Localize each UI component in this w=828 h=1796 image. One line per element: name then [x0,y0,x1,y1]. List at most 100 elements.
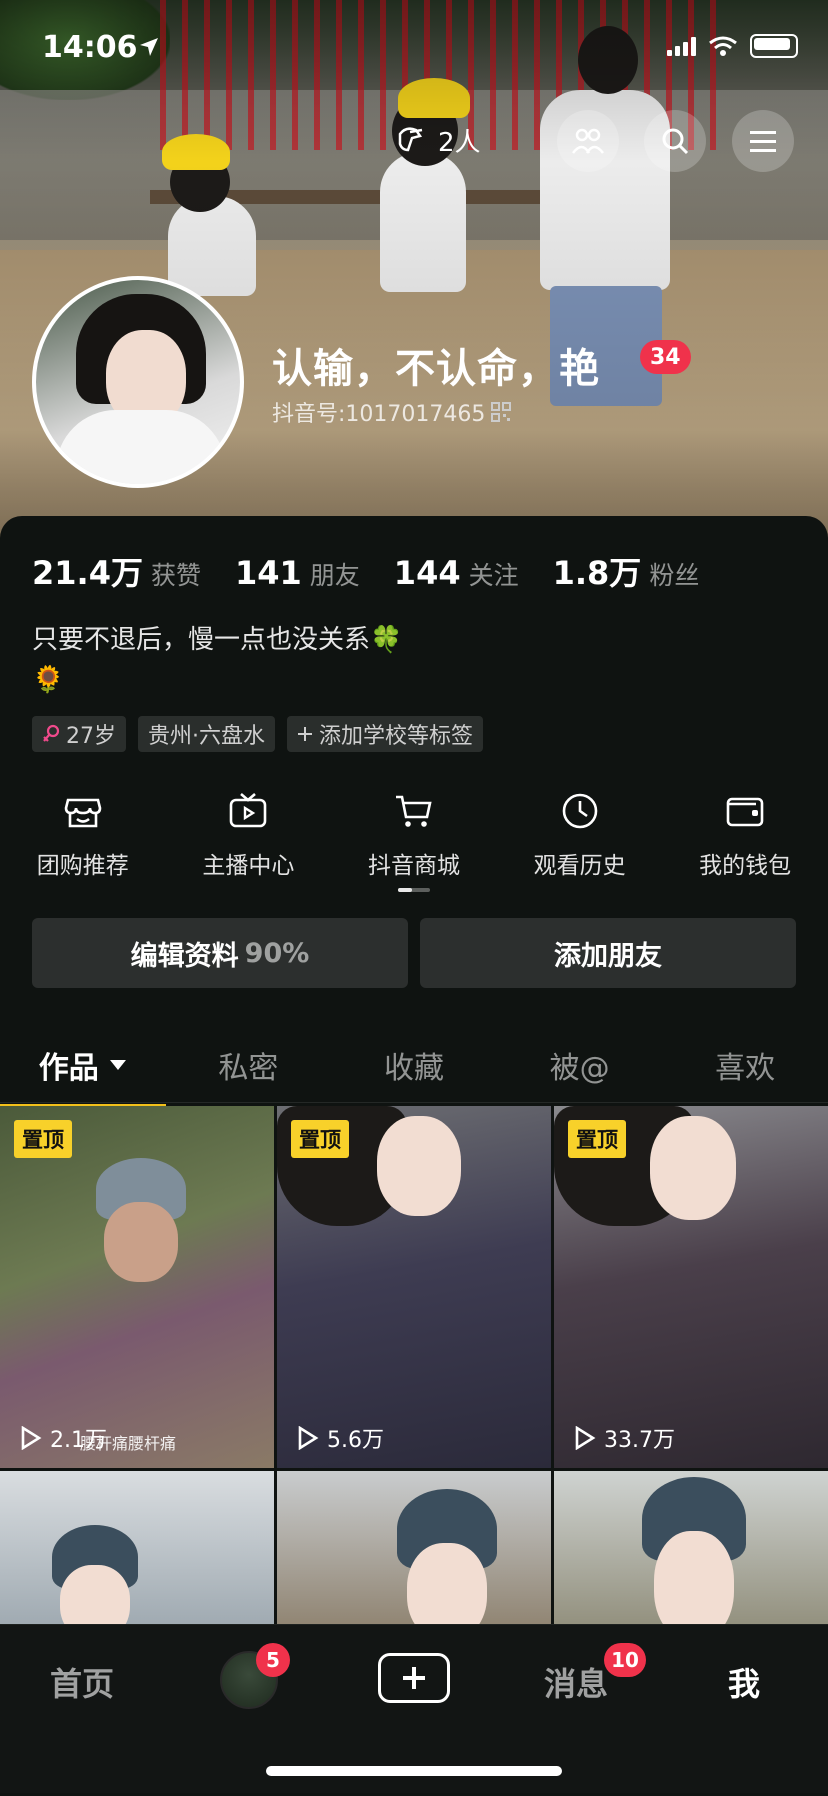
tab-likes[interactable]: 喜欢 [662,1030,828,1100]
douyin-id[interactable]: 抖音号:1017017465 [272,396,512,428]
profile-tags: 27岁 贵州·六盘水 添加学校等标签 [32,716,484,752]
tab-private[interactable]: 私密 [166,1030,332,1100]
video-thumbnail[interactable] [277,1471,551,1641]
stat-following[interactable]: 144 关注 [394,554,519,592]
wifi-icon [709,36,737,56]
level-badge: 34 [640,340,691,374]
shortcut-label: 我的钱包 [699,853,792,879]
stat-label: 获赞 [150,561,201,590]
nav-me[interactable]: 我 [728,1659,760,1705]
play-icon [575,1426,596,1450]
age-tag: 27岁 [32,716,126,752]
video-caption: 腰杆痛腰杆痛 [80,1434,177,1453]
shortcut-scroll-indicator [398,888,430,892]
bio[interactable]: 只要不退后，慢一点也没关系🍀 🌻 [32,620,402,700]
play-icon [298,1426,319,1450]
stat-label: 粉丝 [649,561,700,590]
tv-icon [230,793,267,828]
tab-label: 收藏 [383,1051,444,1086]
edit-profile-button[interactable]: 编辑资料 90% [32,918,408,988]
add-tag-text: 添加学校等标签 [319,724,474,749]
hamburger-menu-icon [750,131,776,152]
douyin-id-text: 抖音号:1017017465 [272,402,486,427]
cart-icon [395,795,432,827]
stat-value: 144 [393,554,461,592]
tab-label: 被@ [549,1051,610,1086]
nav-messages[interactable]: 消息 [544,1659,608,1705]
qrcode-icon [491,402,512,422]
shortcut-label: 抖音商城 [367,853,460,879]
clock-icon [562,793,597,829]
location-arrow-icon [138,36,160,62]
avatar[interactable] [32,276,244,488]
play-count-text: 33.7万 [604,1428,675,1453]
shortcut-mall[interactable]: 抖音商城 [331,790,497,880]
stat-value: 141 [234,554,302,592]
pinned-badge: 置顶 [14,1120,72,1158]
video-thumbnail[interactable]: 置顶 5.6万 [277,1106,551,1468]
stat-value: 21.4万 [32,554,143,592]
video-grid: 置顶 2.1万 腰杆痛腰杆痛 置顶 5.6万 置顶 33.7万 [0,1106,828,1641]
add-friend-label: 添加朋友 [554,940,662,972]
shortcut-label: 观看历史 [533,853,626,879]
bio-line: 🌻 [32,665,65,695]
pinned-badge: 置顶 [568,1120,626,1158]
pinned-badge: 置顶 [291,1120,349,1158]
messages-badge: 10 [604,1643,646,1677]
shortcut-row: 团购推荐 主播中心 抖音商城 观看历史 我的钱包 [0,790,828,880]
search-button[interactable] [644,110,706,172]
tab-mentions[interactable]: 被@ [497,1030,663,1100]
tab-label: 私密 [218,1051,279,1086]
wallet-icon [726,797,764,827]
caret-down-icon [109,1060,126,1070]
video-thumbnail[interactable] [554,1471,828,1641]
tab-divider [0,1102,828,1103]
stat-followers[interactable]: 1.8万 粉丝 [553,548,700,594]
play-count: 33.7万 [574,1422,675,1454]
bio-line: 只要不退后，慢一点也没关系🍀 [32,625,403,655]
stat-likes[interactable]: 21.4万 获赞 [32,548,201,594]
play-icon [21,1426,42,1450]
add-tag-button[interactable]: 添加学校等标签 [287,716,484,752]
plus-icon [298,727,312,741]
tab-label: 喜欢 [715,1051,776,1086]
create-button[interactable] [378,1653,450,1703]
visitors-button[interactable]: 2人 [392,112,481,168]
video-thumbnail[interactable]: 置顶 2.1万 腰杆痛腰杆痛 [0,1106,274,1468]
username: 认输，不认命，艳 [272,346,600,392]
add-friend-button[interactable]: 添加朋友 [420,918,796,988]
shortcut-group-buy[interactable]: 团购推荐 [0,790,166,880]
location-tag: 贵州·六盘水 [138,716,275,752]
content-tabs: 作品 私密 收藏 被@ 喜欢 [0,1030,828,1108]
shortcut-label: 团购推荐 [36,853,129,879]
tab-label: 作品 [38,1051,99,1086]
people-icon [572,128,604,154]
shortcut-wallet[interactable]: 我的钱包 [662,790,828,880]
shop-icon [64,798,102,828]
video-thumbnail[interactable] [0,1471,274,1641]
profile-completion: 90% [244,937,310,969]
stat-friends[interactable]: 141 朋友 [235,554,360,592]
play-count: 5.6万 [297,1422,384,1454]
shortcut-label: 主播中心 [202,853,295,879]
tab-works[interactable]: 作品 [0,1030,166,1108]
tab-favorites[interactable]: 收藏 [331,1030,497,1100]
menu-button[interactable] [732,110,794,172]
footprint-icon [398,127,423,152]
friends-badge: 5 [256,1643,290,1677]
stat-label: 朋友 [309,561,360,590]
friends-button[interactable] [557,110,619,172]
shortcut-history[interactable]: 观看历史 [497,790,663,880]
status-icons [667,34,798,58]
video-thumbnail[interactable]: 置顶 33.7万 [554,1106,828,1468]
female-icon [43,724,60,742]
plus-icon [403,1667,425,1689]
shortcut-creator-center[interactable]: 主播中心 [166,790,332,880]
nav-home[interactable]: 首页 [50,1659,114,1705]
stats-row: 21.4万 获赞 141 朋友 144 关注 1.8万 粉丝 [32,548,699,594]
search-icon [662,128,689,155]
battery-icon [750,34,798,58]
cellular-signal-icon [667,36,696,56]
visitors-count: 2人 [438,127,481,158]
edit-profile-label: 编辑资料 [130,940,239,972]
